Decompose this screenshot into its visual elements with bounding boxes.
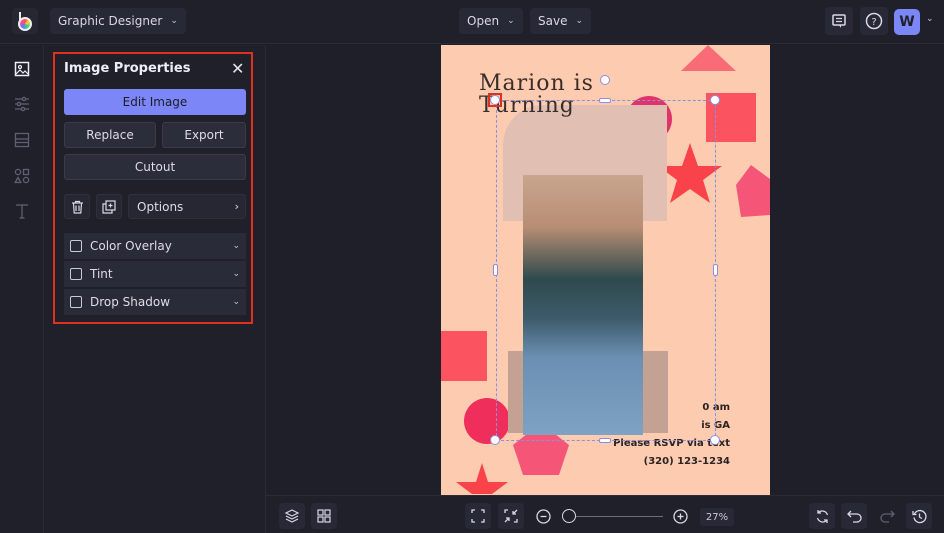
history-button[interactable] bbox=[906, 503, 932, 529]
top-bar: Graphic Designer ⌄ Open ⌄ Save ⌄ ? W ⌄ bbox=[0, 0, 944, 44]
resize-handle-right[interactable] bbox=[713, 264, 718, 276]
square-shape-left bbox=[441, 331, 487, 381]
account-chevron-down-icon[interactable]: ⌄ bbox=[926, 14, 934, 24]
shrink-button[interactable] bbox=[498, 503, 524, 529]
comments-button[interactable] bbox=[825, 7, 853, 35]
drop-shadow-toggle[interactable]: Drop Shadow ⌄ bbox=[64, 289, 246, 315]
title-line-1: Marion is bbox=[479, 71, 594, 96]
panel-highlight-box: Image Properties ✕ Edit Image Replace Ex… bbox=[53, 52, 253, 324]
info-line-phone: (320) 123-1234 bbox=[643, 456, 730, 467]
triangle-shape bbox=[681, 45, 736, 71]
chevron-down-icon: ⌄ bbox=[170, 16, 178, 26]
edit-image-button[interactable]: Edit Image bbox=[64, 89, 246, 115]
logo-ring bbox=[18, 17, 32, 31]
image-properties-panel: Image Properties ✕ Edit Image Replace Ex… bbox=[45, 45, 266, 533]
export-button[interactable]: Export bbox=[162, 122, 246, 148]
save-button[interactable]: Save ⌄ bbox=[530, 8, 592, 34]
help-button[interactable]: ? bbox=[860, 7, 888, 35]
drop-shadow-checkbox[interactable] bbox=[70, 296, 82, 308]
zoom-in-icon bbox=[673, 509, 688, 524]
zoom-slider-handle[interactable] bbox=[562, 509, 576, 523]
trash-icon bbox=[71, 200, 83, 214]
comment-icon bbox=[832, 14, 846, 28]
grid-icon bbox=[317, 509, 331, 523]
redo-button[interactable] bbox=[874, 503, 900, 529]
panel-title: Image Properties bbox=[64, 61, 191, 76]
drop-shadow-label: Drop Shadow bbox=[90, 295, 171, 309]
chevron-down-icon: ⌄ bbox=[232, 269, 240, 279]
save-label: Save bbox=[538, 14, 568, 28]
chevron-down-icon: ⌄ bbox=[575, 16, 584, 26]
chevron-down-icon: ⌄ bbox=[507, 16, 515, 26]
workspace: Marion is Turning 0 am is GA Please RSVP… bbox=[266, 45, 944, 495]
chevron-down-icon: ⌄ bbox=[232, 241, 240, 251]
zoom-in-button[interactable] bbox=[673, 509, 688, 528]
design-canvas[interactable]: Marion is Turning 0 am is GA Please RSVP… bbox=[441, 45, 770, 495]
user-avatar[interactable]: W bbox=[894, 9, 920, 35]
resize-handle-bottom-right[interactable] bbox=[710, 435, 720, 445]
collapse-icon bbox=[504, 509, 518, 523]
options-label: Options bbox=[137, 199, 184, 214]
bottom-toolbar: 27% bbox=[266, 495, 944, 533]
zoom-level-value[interactable]: 27% bbox=[700, 508, 734, 526]
color-overlay-label: Color Overlay bbox=[90, 239, 172, 253]
refresh-icon bbox=[816, 509, 828, 523]
layout-icon bbox=[14, 132, 30, 148]
svg-text:?: ? bbox=[871, 17, 876, 28]
app-logo[interactable] bbox=[12, 8, 38, 34]
resize-handle-top-left[interactable] bbox=[490, 95, 500, 105]
undo-button[interactable] bbox=[841, 503, 867, 529]
rail-item-image[interactable] bbox=[12, 59, 32, 79]
rotate-handle[interactable] bbox=[600, 75, 610, 85]
duplicate-button[interactable] bbox=[96, 194, 122, 219]
rail-item-text[interactable] bbox=[12, 201, 32, 221]
resize-handle-top-right[interactable] bbox=[710, 95, 720, 105]
cutout-button[interactable]: Cutout bbox=[64, 154, 246, 180]
color-overlay-toggle[interactable]: Color Overlay ⌄ bbox=[64, 233, 246, 259]
help-icon: ? bbox=[865, 12, 883, 30]
history-icon bbox=[911, 509, 927, 523]
close-icon[interactable]: ✕ bbox=[231, 59, 244, 78]
app-menu-label: Graphic Designer bbox=[58, 14, 163, 28]
resize-handle-top[interactable] bbox=[599, 98, 611, 103]
rail-item-adjustments[interactable] bbox=[12, 94, 32, 114]
tool-rail bbox=[0, 45, 44, 533]
tint-label: Tint bbox=[90, 267, 113, 281]
redo-icon bbox=[879, 510, 895, 523]
sliders-icon bbox=[15, 96, 29, 112]
color-overlay-checkbox[interactable] bbox=[70, 240, 82, 252]
text-icon bbox=[16, 204, 28, 219]
undo-icon bbox=[846, 510, 862, 523]
resize-handle-bottom-left[interactable] bbox=[490, 435, 500, 445]
chevron-down-icon: ⌄ bbox=[232, 297, 240, 307]
layers-icon bbox=[284, 509, 300, 523]
zoom-slider-track[interactable] bbox=[566, 516, 663, 517]
tint-toggle[interactable]: Tint ⌄ bbox=[64, 261, 246, 287]
replace-button[interactable]: Replace bbox=[64, 122, 156, 148]
open-button[interactable]: Open ⌄ bbox=[459, 8, 523, 34]
chevron-right-icon: › bbox=[234, 200, 239, 213]
grid-button[interactable] bbox=[311, 503, 337, 529]
pentagon-shape bbox=[736, 165, 770, 217]
layers-button[interactable] bbox=[279, 503, 305, 529]
options-button[interactable]: Options › bbox=[128, 194, 246, 219]
resize-handle-bottom[interactable] bbox=[599, 438, 611, 443]
star-shape-bottom bbox=[456, 463, 508, 494]
shapes-icon bbox=[14, 168, 30, 184]
open-label: Open bbox=[467, 14, 500, 28]
tint-checkbox[interactable] bbox=[70, 268, 82, 280]
app-menu-button[interactable]: Graphic Designer ⌄ bbox=[50, 8, 186, 34]
rail-item-layout[interactable] bbox=[12, 130, 32, 150]
expand-icon bbox=[471, 509, 485, 523]
zoom-out-icon bbox=[536, 509, 551, 524]
image-icon bbox=[14, 61, 30, 77]
selection-box bbox=[496, 100, 716, 441]
rail-item-graphics[interactable] bbox=[12, 166, 32, 186]
duplicate-icon bbox=[102, 199, 116, 214]
fit-screen-button[interactable] bbox=[465, 503, 491, 529]
refresh-button[interactable] bbox=[809, 503, 835, 529]
resize-handle-left[interactable] bbox=[493, 264, 498, 276]
delete-button[interactable] bbox=[64, 194, 90, 219]
zoom-out-button[interactable] bbox=[536, 509, 551, 528]
